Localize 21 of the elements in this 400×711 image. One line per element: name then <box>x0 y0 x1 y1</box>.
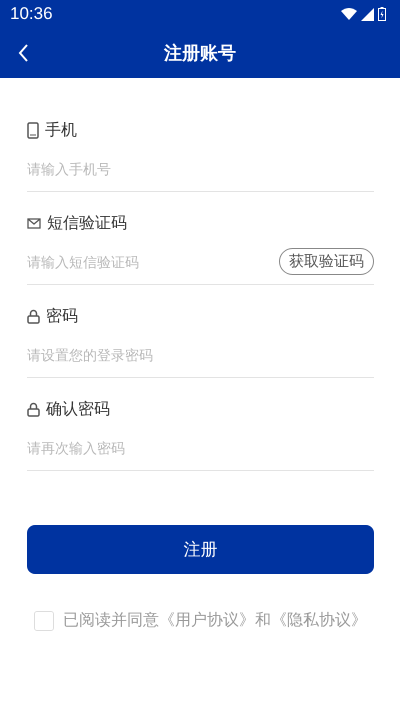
lock-icon <box>27 308 40 324</box>
input-field[interactable]: 请设置您的登录密码 <box>27 346 374 362</box>
input-field[interactable]: 请输入手机号 <box>27 160 374 176</box>
wifi-icon <box>341 8 357 20</box>
phone-icon <box>27 122 39 138</box>
input-field[interactable]: 请再次输入密码 <box>27 440 374 456</box>
lock-icon <box>27 402 40 416</box>
battery-icon <box>378 7 386 21</box>
checkbox[interactable] <box>34 610 54 630</box>
signal-icon <box>361 8 374 20</box>
input-field[interactable]: 请输入短信验证码 <box>27 254 279 270</box>
field-label: 手机 <box>45 120 77 140</box>
agreement-text: 已阅读并同意《用户协议》和《隐私协议》 <box>63 610 367 631</box>
get-code-button[interactable]: 获取验证码 <box>279 248 374 275</box>
register-button[interactable]: 注册 <box>27 525 374 574</box>
field-label: 密码 <box>46 306 78 326</box>
field-label: 确认密码 <box>46 400 110 420</box>
status-time: 10:36 <box>10 4 53 24</box>
envelope-icon <box>27 218 41 228</box>
page-title: 注册账号 <box>164 42 236 65</box>
field-label: 短信验证码 <box>47 214 127 234</box>
